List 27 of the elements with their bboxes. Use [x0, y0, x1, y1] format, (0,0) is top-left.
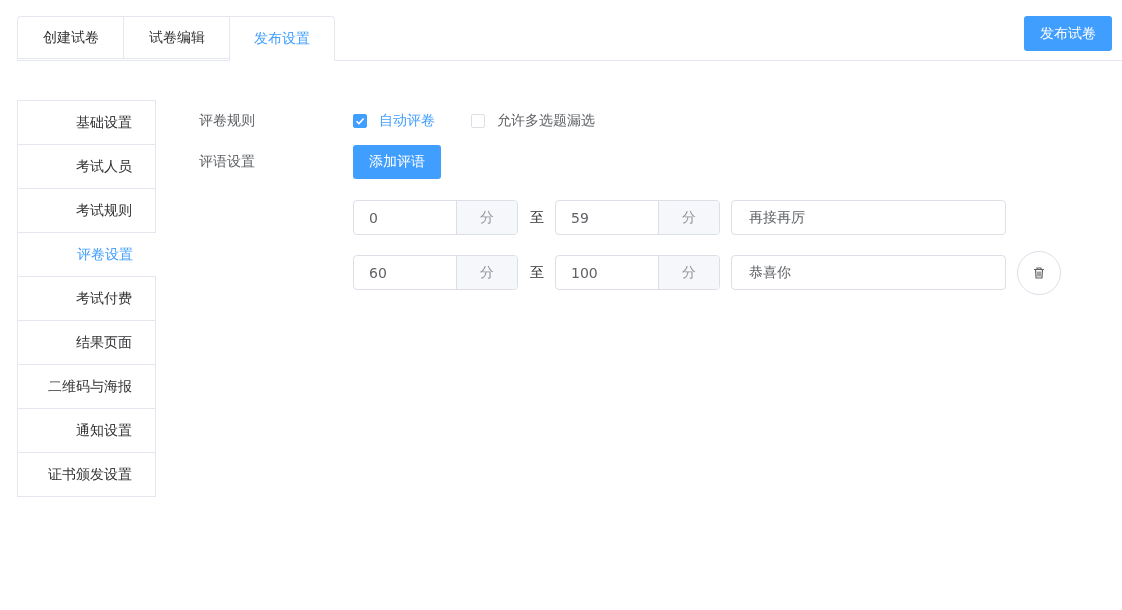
- score-input-field[interactable]: 59 分: [555, 200, 720, 235]
- sidebar-item[interactable]: 通知设置: [18, 409, 155, 453]
- unit-label: 分: [658, 201, 719, 234]
- tab[interactable]: 创建试卷: [17, 16, 123, 59]
- sidebar-item[interactable]: 二维码与海报: [18, 365, 155, 409]
- unit-label: 分: [658, 256, 719, 289]
- unit-label: 分: [456, 201, 517, 234]
- sidebar-item[interactable]: 考试人员: [18, 145, 155, 189]
- comment-input-field[interactable]: 恭喜你: [731, 255, 1006, 290]
- sidebar-item[interactable]: 结果页面: [18, 321, 155, 365]
- checkbox[interactable]: [353, 114, 367, 128]
- score-input-field[interactable]: 0 分: [353, 200, 518, 235]
- tab[interactable]: 试卷编辑: [123, 16, 229, 59]
- form-label: 评语设置: [199, 153, 256, 171]
- score-input-field[interactable]: 100 分: [555, 255, 720, 290]
- sidebar-item[interactable]: 证书颁发设置: [18, 453, 155, 497]
- comment-input-field[interactable]: 再接再厉: [731, 200, 1006, 235]
- range-label: 至: [528, 263, 545, 282]
- checkbox-label[interactable]: 允许多选题漏选: [497, 112, 595, 130]
- sidebar-item[interactable]: 基础设置: [18, 101, 155, 145]
- form-label: 评卷规则: [199, 112, 256, 130]
- sidebar-item[interactable]: 考试付费: [18, 277, 155, 321]
- score-input-field[interactable]: 60 分: [353, 255, 518, 290]
- delete-button[interactable]: [1017, 250, 1061, 295]
- trash-icon: [1032, 265, 1046, 280]
- range-label: 至: [528, 208, 545, 227]
- unit-label: 分: [456, 256, 517, 289]
